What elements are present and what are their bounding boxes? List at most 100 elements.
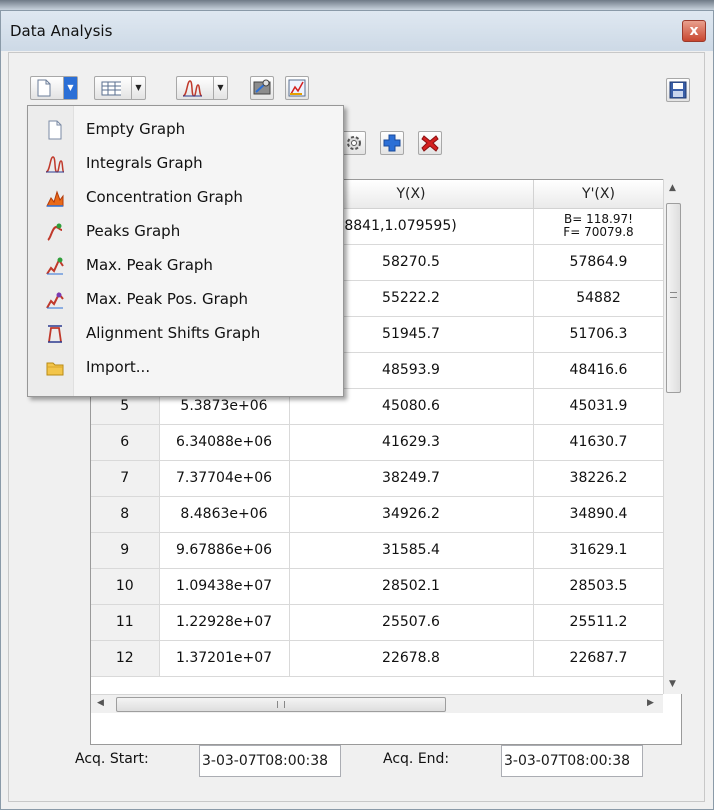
cell-ypx[interactable]: 45031.9 [533,388,665,425]
grip-icon [277,701,285,708]
menu-item-import[interactable]: Import... [28,351,343,385]
menu-item-label: Alignment Shifts Graph [86,324,261,342]
cell-ypx[interactable]: 28503.5 [533,568,665,605]
vertical-scrollbar[interactable]: ▲ ▼ [663,179,682,694]
folder-icon [46,362,64,376]
acq-end-label: Acq. End: [383,751,450,767]
cell-ypx[interactable]: 48416.6 [533,352,665,389]
max-peak-pos-icon [46,292,64,309]
close-button[interactable]: x [682,20,706,42]
alignment-shifts-icon [48,325,62,343]
add-button[interactable] [380,131,404,155]
cell-ypx[interactable]: 22687.7 [533,640,665,677]
cell-ypx[interactable]: 41630.7 [533,424,665,461]
row-number[interactable]: 11 [91,604,160,641]
vertical-scroll-thumb[interactable] [666,203,681,393]
scroll-right-icon[interactable]: ▶ [647,698,654,708]
cell-yx[interactable]: 31585.4 [289,532,534,569]
table-row[interactable]: 11 1.22928e+07 25507.6 25511.2 [91,604,665,641]
title-bar[interactable]: Data Analysis x [1,11,713,51]
title-bar-edge [0,0,714,10]
menu-item-label: Import... [86,358,151,376]
delete-x-icon [421,135,439,152]
chart-image-icon [288,79,306,97]
menu-item-label: Peaks Graph [86,222,181,240]
row-number[interactable]: 8 [91,496,160,533]
menu-item-concentration-graph[interactable]: Concentration Graph [28,181,343,215]
cell-ypx-f: F= 70079.8 [563,225,634,239]
integral-peaks-icon [182,80,203,97]
menu-item-integrals-graph[interactable]: Integrals Graph [28,147,343,181]
table-row[interactable]: 12 1.37201e+07 22678.8 22687.7 [91,640,665,677]
acq-start-label: Acq. Start: [75,751,149,767]
acq-end-field[interactable]: 3-03-07T08:00:38 [501,745,643,777]
cell-ypx[interactable]: 38226.2 [533,460,665,497]
cell-ypx[interactable]: B= 118.97! F= 70079.8 [533,208,665,245]
blank-page-icon [37,79,51,97]
new-graph-dropdown-button[interactable]: ▼ [30,76,78,100]
delete-button[interactable] [418,131,442,155]
tools-button[interactable] [250,76,274,100]
horizontal-scroll-thumb[interactable] [116,697,446,712]
cell-ypx[interactable]: 54882 [533,280,665,317]
cell-x[interactable]: 8.4863e+06 [159,496,290,533]
row-number[interactable]: 7 [91,460,160,497]
export-image-button[interactable] [285,76,309,100]
cell-yx[interactable]: 25507.6 [289,604,534,641]
cell-x[interactable]: 7.37704e+06 [159,460,290,497]
blank-page-icon [48,120,62,140]
table-row[interactable]: 8 8.4863e+06 34926.2 34890.4 [91,496,665,533]
table-row[interactable]: 6 6.34088e+06 41629.3 41630.7 [91,424,665,461]
menu-item-max-peak-pos-graph[interactable]: Max. Peak Pos. Graph [28,283,343,317]
cell-yx[interactable]: 28502.1 [289,568,534,605]
row-number[interactable]: 9 [91,532,160,569]
cell-ypx[interactable]: 34890.4 [533,496,665,533]
table-row[interactable]: 10 1.09438e+07 28502.1 28503.5 [91,568,665,605]
menu-item-label: Concentration Graph [86,188,243,206]
scroll-left-icon[interactable]: ◀ [97,698,104,708]
menu-item-label: Empty Graph [86,120,186,138]
cell-x[interactable]: 6.34088e+06 [159,424,290,461]
cell-ypx[interactable]: 25511.2 [533,604,665,641]
save-button[interactable] [666,78,690,102]
row-number[interactable]: 6 [91,424,160,461]
cell-yx[interactable]: 34926.2 [289,496,534,533]
cell-yx[interactable]: 38249.7 [289,460,534,497]
cell-ypx[interactable]: 57864.9 [533,244,665,281]
integral-peaks-icon [45,156,65,173]
chevron-down-icon: ▼ [213,77,227,99]
graph-type-dropdown-button[interactable]: ▼ [176,76,228,100]
cell-ypx[interactable]: 51706.3 [533,316,665,353]
scroll-up-icon[interactable]: ▲ [669,183,676,193]
row-number[interactable]: 10 [91,568,160,605]
gear-icon [347,136,361,150]
cell-yx[interactable]: 41629.3 [289,424,534,461]
menu-item-alignment-shifts-graph[interactable]: Alignment Shifts Graph [28,317,343,351]
row-number[interactable]: 12 [91,640,160,677]
cell-x[interactable]: 1.37201e+07 [159,640,290,677]
cell-x[interactable]: 9.67886e+06 [159,532,290,569]
tools-icon [253,79,271,95]
cell-x[interactable]: 1.22928e+07 [159,604,290,641]
acq-start-field[interactable]: 3-03-07T08:00:38 [199,745,341,777]
chevron-down-icon: ▼ [131,77,145,99]
horizontal-scrollbar[interactable]: ◀ ▶ [91,694,663,713]
cell-x[interactable]: 1.09438e+07 [159,568,290,605]
concentration-icon [46,190,64,207]
grip-icon [670,292,677,298]
floppy-disk-icon [669,81,687,99]
cell-yx[interactable]: 22678.8 [289,640,534,677]
cell-ypx[interactable]: 31629.1 [533,532,665,569]
column-header-ypx[interactable]: Y'(X) [533,180,665,209]
table-view-dropdown-button[interactable]: ▼ [94,76,146,100]
menu-item-peaks-graph[interactable]: Peaks Graph [28,215,343,249]
table-row[interactable]: 9 9.67886e+06 31585.4 31629.1 [91,532,665,569]
table-icon [101,81,121,96]
scroll-down-icon[interactable]: ▼ [669,679,676,689]
menu-item-max-peak-graph[interactable]: Max. Peak Graph [28,249,343,283]
settings-button[interactable] [342,131,366,155]
table-row[interactable]: 7 7.37704e+06 38249.7 38226.2 [91,460,665,497]
menu-item-empty-graph[interactable]: Empty Graph [28,113,343,147]
menu-item-label: Max. Peak Pos. Graph [86,290,248,308]
plus-icon [383,134,401,152]
